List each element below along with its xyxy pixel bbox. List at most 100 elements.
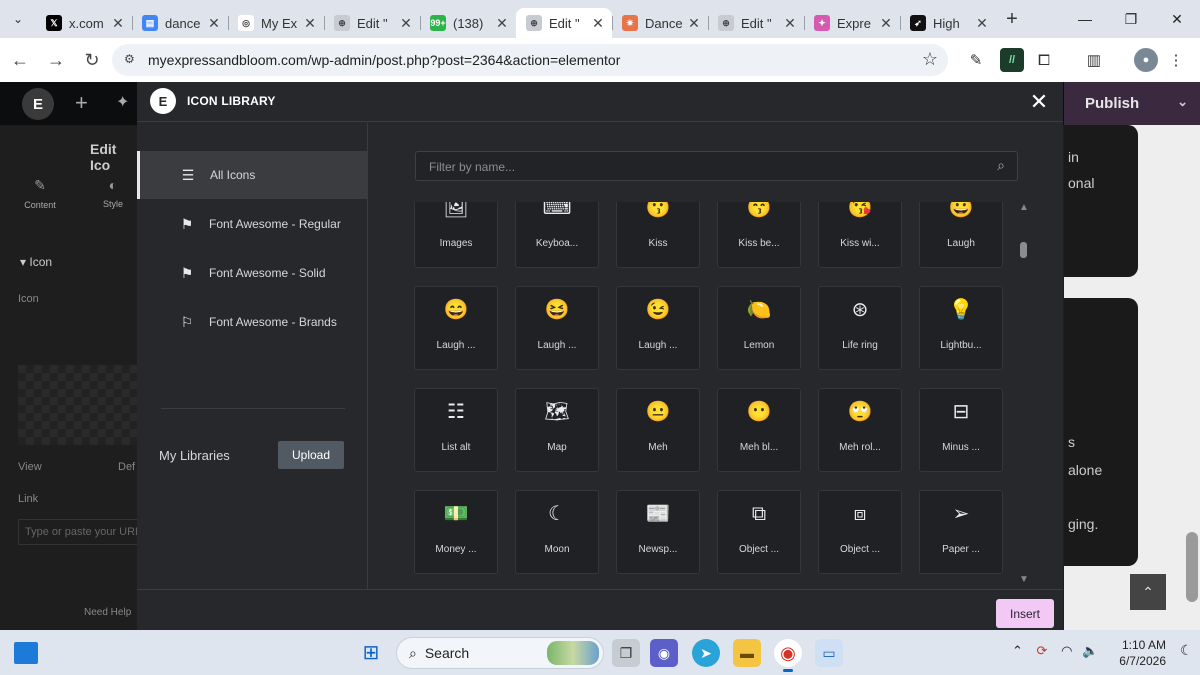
sync-icon[interactable]: ⟳ [1037,643,1048,658]
icon-card[interactable]: 😗 Kiss [616,202,700,268]
tab-style[interactable]: ◐ Style [83,177,143,209]
sidebar-item-font-awesome-solid[interactable]: ⚑ Font Awesome - Solid [137,249,368,297]
volume-icon[interactable]: 🔈 [1082,643,1098,658]
view-select[interactable]: Def [118,461,135,473]
taskbar-search[interactable]: ⌕ Search [396,637,604,669]
scroll-to-top-button[interactable]: ⌃ [1130,574,1166,610]
close-icon[interactable]: ✕ [1025,88,1053,116]
tab-close-icon[interactable]: ✕ [878,15,894,32]
close-window-icon[interactable]: ✕ [1154,0,1200,38]
insert-button[interactable]: Insert [996,599,1054,628]
scroll-up-icon[interactable]: ▲ [1019,202,1029,213]
publish-button[interactable]: Publish ⌄ [1064,82,1200,125]
bookmark-star-icon[interactable]: ☆ [922,49,938,70]
reading-list-icon[interactable]: ▥ [1082,48,1106,72]
forward-icon[interactable]: → [38,50,74,71]
site-settings-icon[interactable]: ⚙ [124,52,140,68]
tab-close-icon[interactable]: ✕ [110,15,126,32]
restore-icon[interactable]: ❐ [1108,0,1154,38]
profile-avatar[interactable]: ● [1134,48,1158,72]
browser-tab[interactable]: ➶ High ✕ [900,8,996,38]
icon-card[interactable]: ☾ Moon [515,490,599,574]
need-help-link[interactable]: Need Help [84,607,131,618]
chrome-icon[interactable]: ◉ [774,639,802,672]
teams-icon[interactable]: ◉ [650,639,678,667]
sidebar-item-font-awesome-brands[interactable]: ⚐ Font Awesome - Brands [137,298,368,346]
icon-card[interactable]: ➢ Paper ... [919,490,1003,574]
elementor-logo[interactable]: E [22,88,54,120]
icon-card[interactable]: 😶 Meh bl... [717,388,801,472]
clock[interactable]: 1:10 AM 6/7/2026 [1108,637,1166,669]
browser-tab[interactable]: 99+ (138) ✕ [420,8,516,38]
browser-tab[interactable]: ⊕ Edit " ✕ [708,8,804,38]
browser-tab[interactable]: ⊕ Edit " ✕ [324,8,420,38]
icon-card[interactable]: 😀 Laugh [919,202,1003,268]
file-explorer-icon[interactable]: ▬ [733,639,761,667]
icon-card[interactable]: ☷ List alt [414,388,498,472]
tab-content[interactable]: ✎ Content [10,177,70,210]
icon-card[interactable]: 😉 Laugh ... [616,286,700,370]
icon-card[interactable]: ⌨ Keyboa... [515,202,599,268]
filter-by-name-input[interactable]: Filter by name... ⌕ [415,151,1018,181]
tab-close-icon[interactable]: ✕ [974,15,990,32]
tab-close-icon[interactable]: ✕ [206,15,222,32]
icon-grid-scrollbar[interactable]: ▲ ▼ [1017,202,1031,588]
icon-card[interactable]: 🙄 Meh rol... [818,388,902,472]
remote-desktop-icon[interactable]: ▭ [815,639,843,667]
widgets-icon[interactable] [14,642,38,664]
browser-menu-icon[interactable]: ⋮ [1164,48,1188,72]
telegram-icon[interactable]: ➤ [692,639,720,667]
icon-preview[interactable] [18,365,138,445]
extensions-puzzle-icon[interactable]: ⧠ [1032,48,1056,72]
browser-tab[interactable]: ◎ My Ex ✕ [228,8,324,38]
icon-card[interactable]: ⊟ Minus ... [919,388,1003,472]
icon-card[interactable]: 😄 Laugh ... [414,286,498,370]
reload-icon[interactable]: ↻ [74,50,110,71]
focus-moon-icon[interactable]: ☾ [1180,642,1193,659]
icon-card[interactable]: 💵 Money ... [414,490,498,574]
icon-card[interactable]: 🖼 Images [414,202,498,268]
sidebar-item-all-icons[interactable]: ☰ All Icons [137,151,368,199]
icon-card[interactable]: 💡 Lightbu... [919,286,1003,370]
wifi-icon[interactable]: ◠ [1061,643,1072,658]
chevron-down-icon[interactable]: ⌄ [1177,94,1188,110]
scroll-down-icon[interactable]: ▼ [1019,574,1029,585]
browser-tab[interactable]: ▤ dance ✕ [132,8,228,38]
browser-tab[interactable]: ✦ Expre ✕ [804,8,900,38]
section-icon-heading[interactable]: ▾ Icon [20,255,52,269]
browser-tab[interactable]: ✷ Dance ✕ [612,8,708,38]
tab-close-icon[interactable]: ✕ [782,15,798,32]
tab-close-icon[interactable]: ✕ [494,15,510,32]
canvas-scrollbar[interactable] [1186,532,1198,602]
address-bar[interactable]: ⚙ myexpressandbloom.com/wp-admin/post.ph… [112,44,948,76]
chevron-up-icon[interactable]: ⌃ [1012,643,1023,658]
icon-card[interactable]: 🗺 Map [515,388,599,472]
windows-start-icon[interactable]: ⊞ [360,642,382,664]
tab-close-icon[interactable]: ✕ [302,15,318,32]
extension-icon[interactable]: // [1000,48,1024,72]
icon-card[interactable]: 😆 Laugh ... [515,286,599,370]
icon-card[interactable]: 😘 Kiss wi... [818,202,902,268]
minimize-icon[interactable]: — [1062,0,1108,38]
icon-card[interactable]: 🍋 Lemon [717,286,801,370]
upload-button[interactable]: Upload [278,441,344,469]
add-element-icon[interactable]: + [75,90,88,116]
tab-close-icon[interactable]: ✕ [398,15,414,32]
tab-close-icon[interactable]: ✕ [590,15,606,32]
icon-card[interactable]: ⧈ Object ... [818,490,902,574]
tab-search-chevron-icon[interactable]: ⌄ [0,0,36,38]
scrollbar-thumb[interactable] [1020,242,1027,258]
tab-close-icon[interactable]: ✕ [686,15,702,32]
icon-card[interactable]: 😐 Meh [616,388,700,472]
sidebar-item-font-awesome-regular[interactable]: ⚑ Font Awesome - Regular [137,200,368,248]
icon-card[interactable]: ⧉ Object ... [717,490,801,574]
link-url-input[interactable]: Type or paste your URL [18,519,138,545]
task-view-icon[interactable]: ❐ [612,639,640,667]
pen-extension-icon[interactable]: ✎ [964,48,988,72]
back-icon[interactable]: ← [2,50,38,71]
ai-sparkle-icon[interactable]: ✦ [116,92,129,112]
icon-card[interactable]: ⊛ Life ring [818,286,902,370]
icon-card[interactable]: 😙 Kiss be... [717,202,801,268]
browser-tab[interactable]: ⊕ Edit " ✕ [516,8,612,38]
new-tab-button[interactable]: + [996,8,1028,31]
